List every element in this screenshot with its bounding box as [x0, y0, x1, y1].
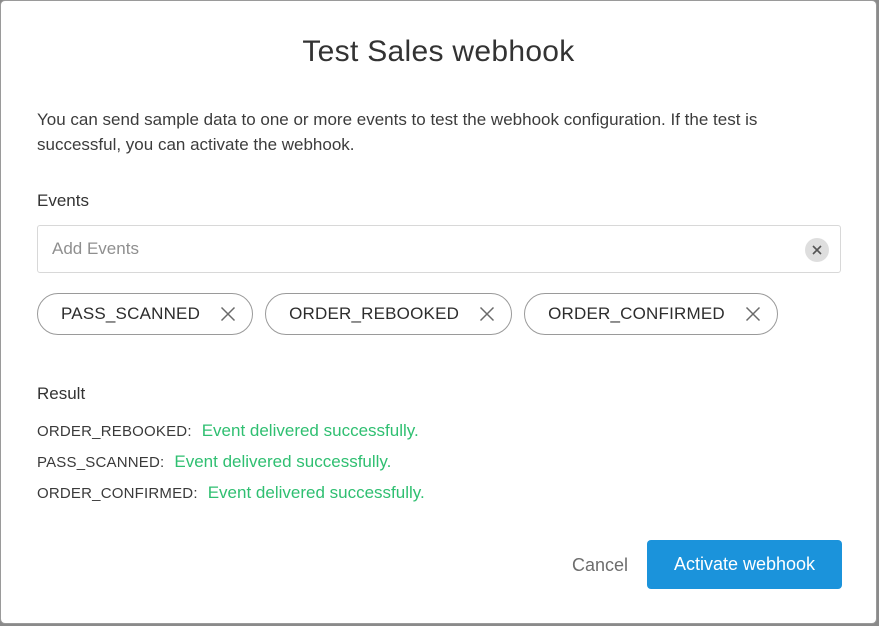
result-row: PASS_SCANNED: Event delivered successful… — [37, 452, 425, 483]
result-event-name: PASS_SCANNED: — [37, 454, 165, 471]
event-chip-label: ORDER_REBOOKED — [289, 304, 460, 323]
result-row: ORDER_CONFIRMED: Event delivered success… — [37, 483, 425, 514]
events-input-box[interactable] — [37, 225, 841, 273]
activate-webhook-button[interactable]: Activate webhook — [647, 540, 842, 589]
result-event-name: ORDER_CONFIRMED: — [37, 485, 198, 502]
close-icon[interactable] — [218, 304, 238, 324]
event-chip-label: ORDER_CONFIRMED — [548, 304, 725, 323]
event-chip: PASS_SCANNED — [37, 293, 254, 335]
selected-events: PASS_SCANNED ORDER_REBOOKED ORDER_CONFIR… — [37, 293, 778, 337]
close-icon[interactable] — [477, 304, 497, 324]
result-label: Result — [37, 384, 86, 403]
test-webhook-dialog: Test Sales webhook You can send sample d… — [1, 1, 876, 623]
event-chip: ORDER_CONFIRMED — [524, 293, 778, 335]
result-status: Event delivered successfully. — [174, 452, 392, 471]
events-label: Events — [37, 191, 89, 210]
dialog-description: You can send sample data to one or more … — [37, 110, 758, 154]
clear-icon[interactable] — [805, 238, 829, 262]
event-chip-label: PASS_SCANNED — [61, 304, 201, 323]
result-status: Event delivered successfully. — [207, 483, 425, 502]
result-event-name: ORDER_REBOOKED: — [37, 423, 192, 440]
result-row: ORDER_REBOOKED: Event delivered successf… — [37, 421, 425, 452]
result-status: Event delivered successfully. — [201, 421, 419, 440]
close-icon[interactable] — [743, 304, 763, 324]
event-chip: ORDER_REBOOKED — [265, 293, 513, 335]
result-list: ORDER_REBOOKED: Event delivered successf… — [37, 421, 425, 514]
dialog-title: Test Sales webhook — [302, 35, 575, 68]
add-events-input[interactable] — [52, 226, 792, 272]
cancel-button[interactable]: Cancel — [557, 541, 643, 589]
